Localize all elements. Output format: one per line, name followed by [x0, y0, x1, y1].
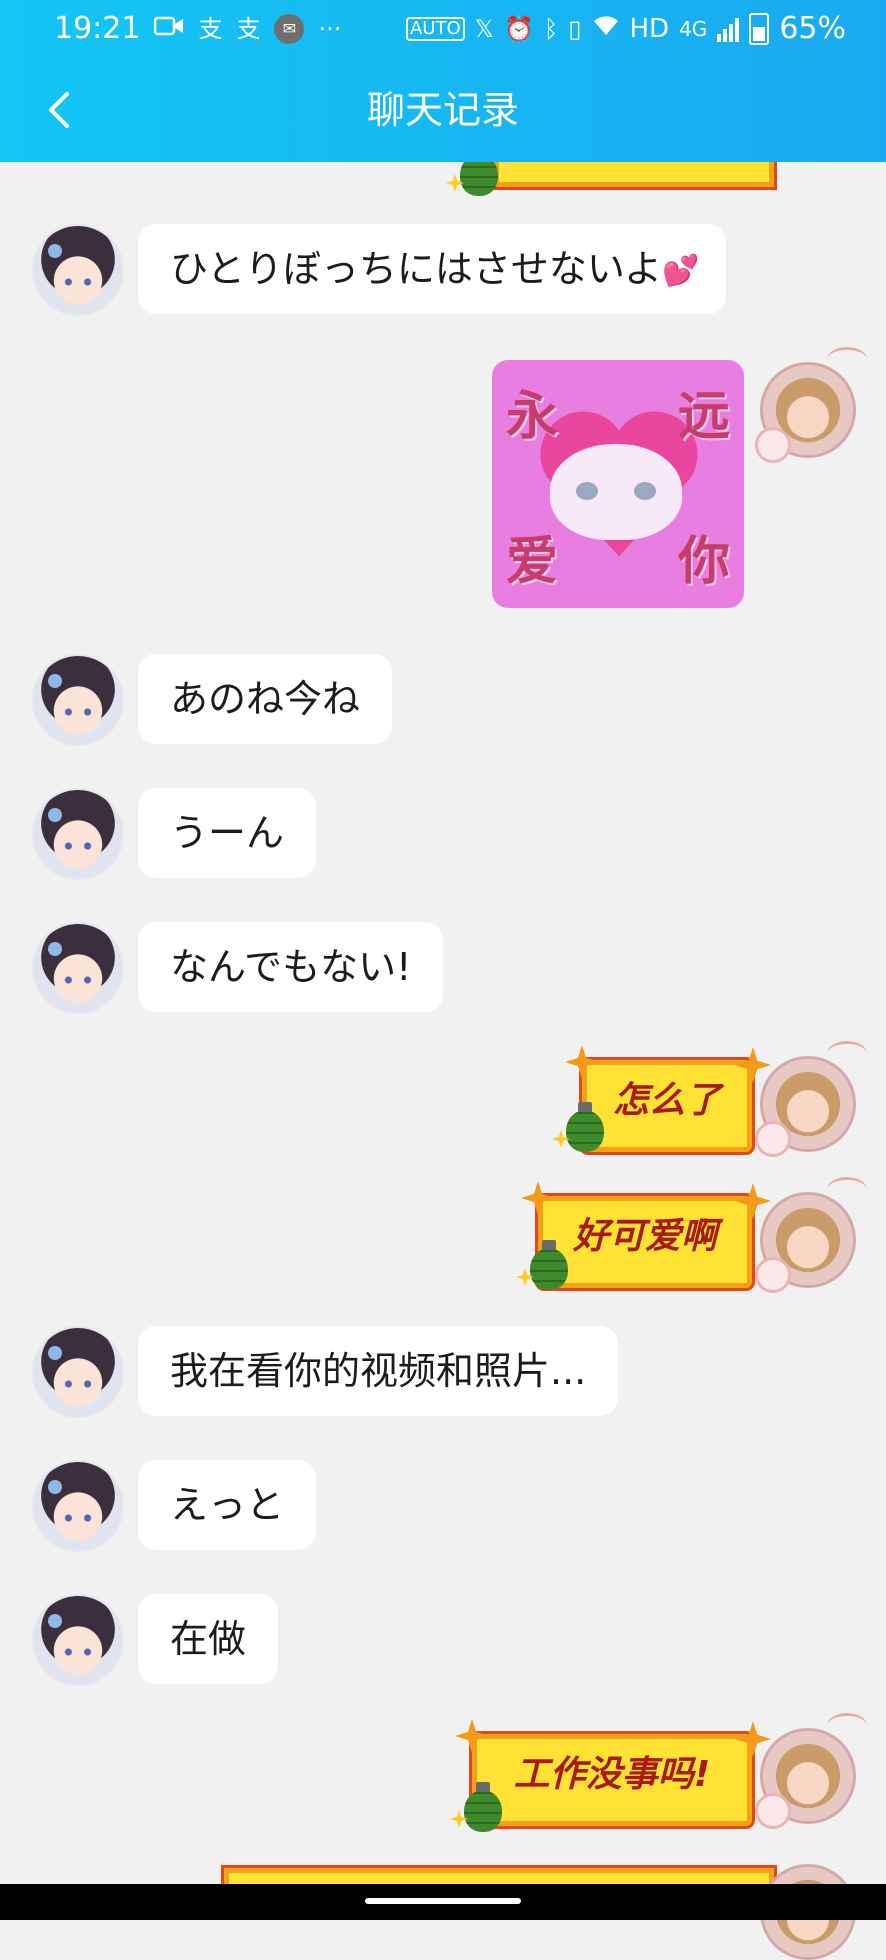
alipay-icon: 支 [236, 15, 261, 43]
avatar-frame-decoration [827, 347, 867, 372]
network-type-label: 4G [679, 17, 708, 41]
more-icon: ··· [318, 15, 342, 43]
message-bubble-left[interactable]: うーん [138, 788, 317, 878]
message-text: ひとりぼっちにはさせないよ [170, 247, 663, 291]
user-avatar[interactable] [755, 1177, 867, 1293]
avatar-frame-decoration [827, 1041, 867, 1066]
vibrate-icon: ▯ [568, 15, 582, 43]
user-avatar[interactable] [755, 1041, 867, 1157]
message-text: 我在看你的视频和照片... [170, 1349, 587, 1393]
user-avatar[interactable] [755, 1713, 867, 1829]
message-bubble-right[interactable]: 工作没事吗! [472, 1734, 752, 1826]
battery-level: 65% [779, 11, 846, 46]
signal-icon [717, 16, 740, 42]
network-hd-label: HD [629, 14, 670, 44]
title-bar: 聊天记录 [0, 58, 886, 162]
message-text: えっと [170, 1483, 285, 1527]
avatar-frame-decoration [755, 1793, 791, 1829]
contact-avatar[interactable] [32, 788, 124, 880]
status-right: AUTO 𝕏 ⏰ ᛒ ▯ HD 4G 65% [405, 0, 846, 58]
mail-icon: ✉ [274, 14, 305, 44]
sticker-char: 远 [677, 387, 730, 447]
home-indicator[interactable] [365, 1898, 521, 1904]
avatar-frame-decoration [755, 427, 791, 463]
contact-avatar[interactable] [32, 224, 124, 316]
eye-icon [634, 482, 656, 500]
message-text: あのね今ね [170, 677, 361, 721]
x-app-icon: 𝕏 [474, 15, 494, 43]
message-text: 好可爱啊 [572, 1216, 717, 1257]
wifi-icon [592, 0, 620, 58]
sticker-char: 爱 [506, 532, 559, 592]
avatar-frame-decoration [755, 1121, 791, 1157]
message-bubble-right[interactable]: 怎么了 [582, 1060, 752, 1152]
sticker-char: 永 [506, 387, 559, 447]
status-time: 19:21 [54, 11, 141, 46]
message-text: 工作没事吗! [513, 1754, 711, 1795]
message-bubble-left[interactable]: 在做 [138, 1594, 279, 1684]
status-bar: 19:21 支 支 ✉ ··· AUTO 𝕏 ⏰ ᛒ ▯ HD 4G 65% [0, 0, 886, 58]
avatar-frame-decoration [827, 1177, 867, 1202]
system-navigation-bar [0, 1884, 886, 1920]
message-bubble-left[interactable]: 我在看你的视频和照片... [138, 1326, 619, 1416]
message-bubble-left[interactable]: えっと [138, 1460, 317, 1550]
grenade-icon [530, 1240, 568, 1290]
cat-face [550, 444, 682, 540]
grenade-icon [566, 1102, 604, 1152]
battery-icon [749, 13, 770, 45]
contact-avatar[interactable] [32, 922, 124, 1014]
two-hearts-icon: 💕 [662, 253, 700, 289]
message-text: なんでもない! [170, 945, 412, 989]
auto-brightness-icon: AUTO [405, 17, 465, 41]
sticker-char: 你 [677, 532, 730, 592]
alarm-icon: ⏰ [503, 15, 534, 43]
avatar-frame-decoration [827, 1713, 867, 1738]
message-bubble-left[interactable]: ひとりぼっちにはさせないよ💕 [138, 224, 726, 314]
contact-avatar[interactable] [32, 654, 124, 746]
avatar-frame-decoration [755, 1257, 791, 1293]
app-header: 19:21 支 支 ✉ ··· AUTO 𝕏 ⏰ ᛒ ▯ HD 4G 65% 聊… [0, 0, 886, 162]
eye-icon [576, 482, 598, 500]
status-left: 19:21 支 支 ✉ ··· [54, 0, 341, 58]
video-icon [154, 0, 184, 58]
message-text: 怎么了 [612, 1080, 721, 1121]
grenade-icon [464, 1782, 502, 1832]
bluetooth-icon: ᛒ [543, 15, 559, 43]
contact-avatar[interactable] [32, 1326, 124, 1418]
sticker-image[interactable]: 永 远 爱 你 [492, 360, 744, 608]
message-text: 在做 [170, 1617, 247, 1661]
page-title: 聊天记录 [366, 88, 519, 132]
message-bubble-left[interactable]: なんでもない! [138, 922, 444, 1012]
contact-avatar[interactable] [32, 1460, 124, 1552]
alipay-icon: 支 [198, 15, 223, 43]
contact-avatar[interactable] [32, 1594, 124, 1686]
message-bubble-right[interactable]: 好可爱啊 [538, 1196, 752, 1288]
message-text: うーん [170, 811, 285, 855]
user-avatar[interactable] [755, 347, 867, 463]
message-bubble-left[interactable]: あのね今ね [138, 654, 393, 744]
